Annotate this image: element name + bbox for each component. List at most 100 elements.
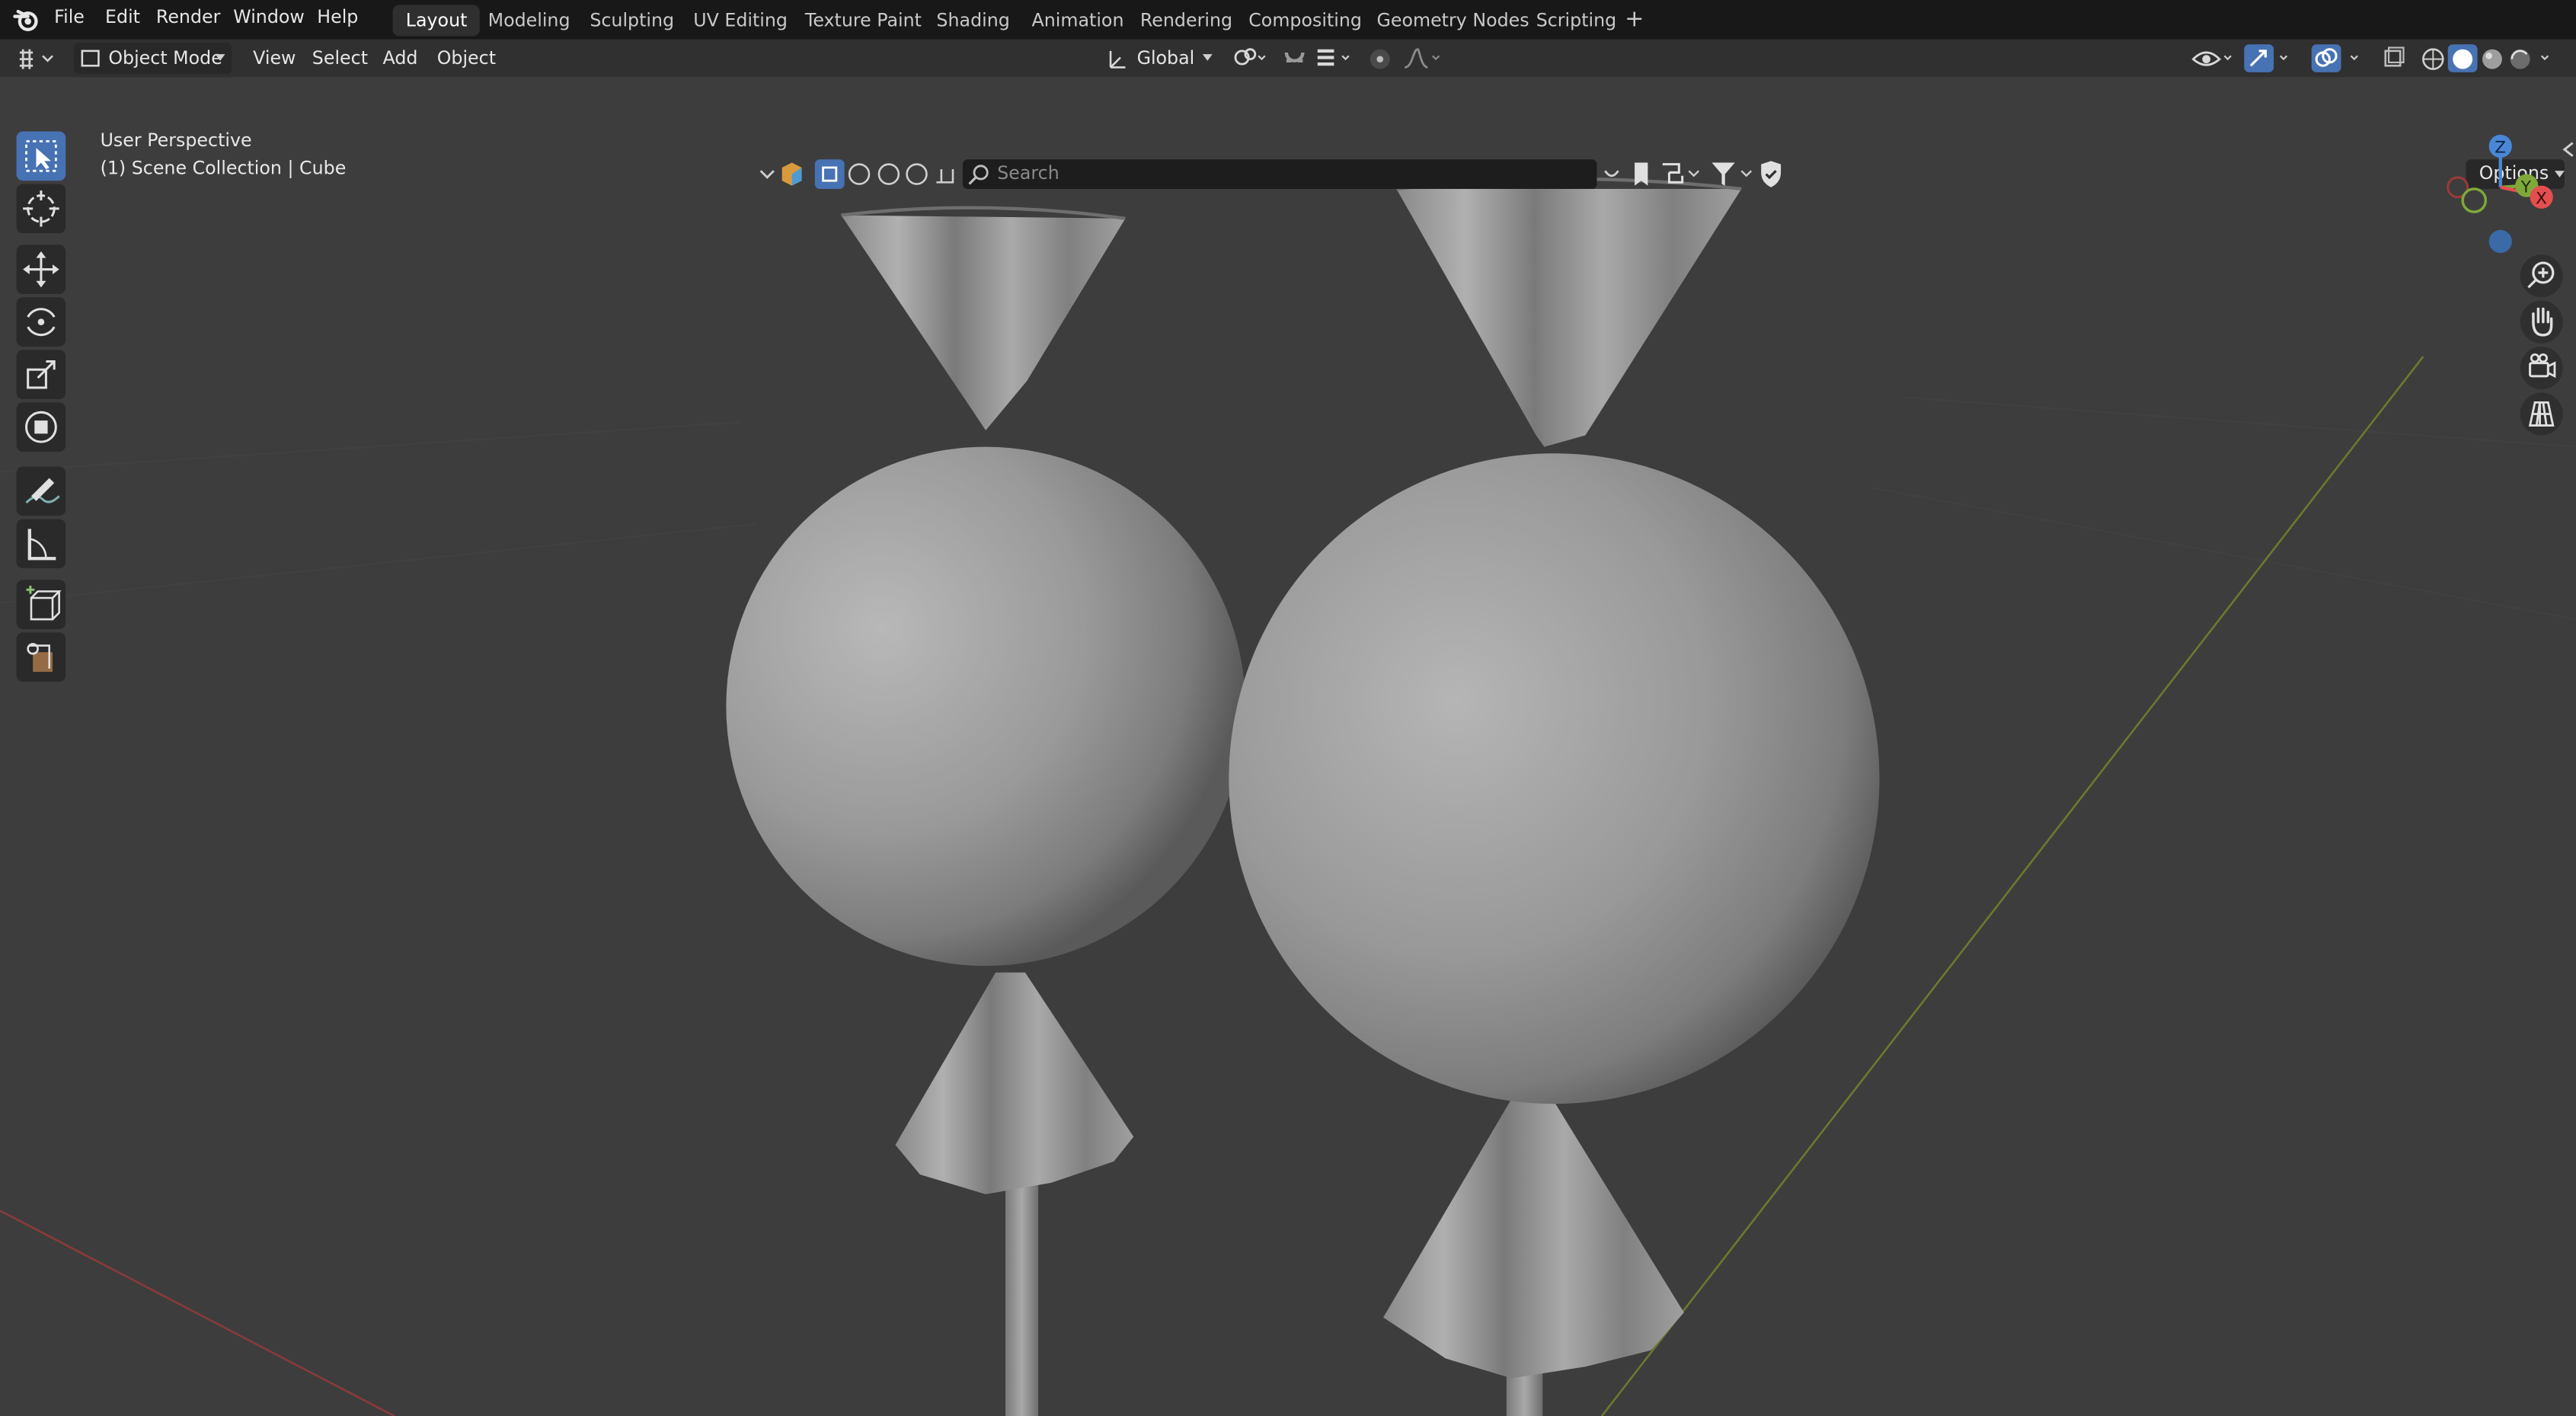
menu-help[interactable]: Help: [311, 0, 365, 40]
select-box-icon: [25, 140, 57, 172]
visibility-icon[interactable]: [2188, 43, 2238, 74]
solid-shading-icon: [2453, 49, 2473, 69]
material-filter-icon: [848, 163, 871, 185]
candy-left-sphere: [726, 446, 1245, 967]
gizmo-toggle-icon[interactable]: [2242, 43, 2295, 74]
search-field[interactable]: Search: [962, 159, 1597, 190]
menu-add[interactable]: Add: [383, 43, 418, 74]
blender-logo-icon[interactable]: [13, 7, 40, 34]
rotate-icon: [27, 308, 56, 337]
tab-scripting[interactable]: Scripting: [1523, 5, 1629, 36]
material-shading-icon: [2482, 49, 2502, 69]
blender-window: File Edit Render Window Help Layout Mode…: [0, 0, 2576, 1416]
tab-modeling[interactable]: Modeling: [475, 5, 583, 36]
tab-layout[interactable]: Layout: [392, 5, 481, 37]
armature-filter-icon: [936, 169, 954, 184]
editor-type-button[interactable]: [13, 43, 59, 74]
3d-viewport[interactable]: User Perspective (1) Scene Collection | …: [0, 77, 2576, 1416]
orientation-label: Global: [1136, 47, 1195, 69]
add-cube-icon: [26, 585, 62, 621]
tab-shading[interactable]: Shading: [923, 5, 1023, 36]
particles-filter-icon: [877, 163, 900, 185]
zoom-button[interactable]: [2520, 254, 2563, 298]
tab-geometry-nodes[interactable]: Geometry Nodes: [1363, 5, 1542, 36]
bookmark-icon: [1635, 162, 1648, 186]
search-tools-strip[interactable]: [1600, 156, 1791, 192]
candy-left-wrapper-top: [841, 215, 1126, 431]
pivot-icon[interactable]: [1229, 43, 1268, 74]
object-mode-icon: [81, 50, 100, 67]
proportional-edit-icon[interactable]: [1367, 43, 1394, 74]
xray-toggle-icon[interactable]: [2380, 43, 2407, 74]
add-workspace-button[interactable]: +: [1625, 5, 1644, 36]
menu-render[interactable]: Render: [149, 0, 227, 40]
extrude-icon: [27, 643, 53, 673]
zoom-icon: [2527, 261, 2555, 289]
tab-texture-paint[interactable]: Texture Paint: [792, 5, 935, 36]
cursor-icon: [23, 190, 59, 227]
top-bar: File Edit Render Window Help Layout Mode…: [0, 0, 2576, 40]
measure-icon: [27, 529, 56, 561]
tab-sculpting[interactable]: Sculpting: [577, 5, 687, 36]
measure-tool[interactable]: [16, 519, 66, 569]
rotate-tool[interactable]: [16, 297, 66, 347]
grid-icon: [2528, 401, 2555, 427]
falloff-icon[interactable]: [1400, 43, 1446, 74]
transform-icon: [25, 411, 57, 443]
chevron-down-icon: [1202, 54, 1213, 61]
annotate-tool[interactable]: [16, 466, 66, 516]
editor-type-icon: [19, 49, 53, 69]
menu-window[interactable]: Window: [227, 0, 312, 40]
tab-rendering[interactable]: Rendering: [1127, 5, 1246, 36]
pan-button[interactable]: [2520, 300, 2563, 344]
overlays-toggle-icon[interactable]: [2310, 43, 2366, 74]
sidebar-toggle-icon[interactable]: [2559, 139, 2576, 159]
menu-select[interactable]: Select: [312, 43, 368, 74]
scale-tool[interactable]: [16, 350, 66, 400]
tab-animation[interactable]: Animation: [1018, 5, 1136, 36]
shading-mode-group[interactable]: [2417, 43, 2565, 74]
menu-file[interactable]: File: [48, 0, 91, 40]
menu-edit[interactable]: Edit: [98, 0, 146, 40]
scale-icon: [27, 360, 56, 389]
candy-right-wrapper-bottom: [1383, 1098, 1684, 1379]
candy-right-sphere: [1229, 453, 1880, 1104]
curve-icon: [1604, 170, 1619, 177]
navigation-gizmo[interactable]: Z Y X: [2441, 126, 2576, 258]
search-icon: [968, 165, 989, 185]
camera-view-button[interactable]: [2520, 347, 2563, 390]
tab-compositing[interactable]: Compositing: [1235, 5, 1375, 36]
orientation-icon: [1109, 50, 1126, 69]
world-filter-icon: [906, 163, 928, 185]
mode-label: Object Mode: [108, 47, 222, 69]
collection-info: (1) Scene Collection | Cube: [100, 158, 347, 180]
annotate-icon: [25, 478, 60, 504]
viewport-header: Object Mode View Select Add Object Globa…: [0, 39, 2576, 78]
object-filter-strip[interactable]: [756, 156, 969, 192]
filter-icon: [1711, 162, 1735, 186]
gizmo-y-label: Y: [2520, 177, 2532, 197]
view-name: User Perspective: [100, 129, 252, 152]
move-tool[interactable]: [16, 245, 66, 295]
candy-right-wrapper-top: [1396, 189, 1742, 447]
floor-grid: [0, 396, 2576, 621]
menu-view[interactable]: View: [253, 43, 296, 74]
perspective-toggle-button[interactable]: [2520, 392, 2563, 436]
hierarchy-icon: [1662, 163, 1684, 184]
move-icon: [23, 251, 59, 288]
transform-tool[interactable]: [16, 402, 66, 452]
add-cube-tool[interactable]: [16, 580, 66, 629]
chevron-down-icon: [215, 54, 225, 61]
hand-icon: [2532, 307, 2553, 337]
candy-right: [1229, 177, 1880, 1416]
snap-target-icon[interactable]: [1312, 43, 1358, 74]
select-box-tool[interactable]: [16, 131, 66, 181]
snap-icon[interactable]: [1280, 43, 1309, 74]
transform-orientation-dropdown[interactable]: Global: [1101, 43, 1216, 74]
search-placeholder: Search: [997, 162, 1059, 184]
extrude-tool[interactable]: [16, 632, 66, 682]
mode-dropdown[interactable]: Object Mode: [74, 43, 232, 75]
tab-uv-editing[interactable]: UV Editing: [680, 5, 801, 36]
menu-object[interactable]: Object: [437, 43, 496, 74]
cursor-tool[interactable]: [16, 184, 66, 234]
